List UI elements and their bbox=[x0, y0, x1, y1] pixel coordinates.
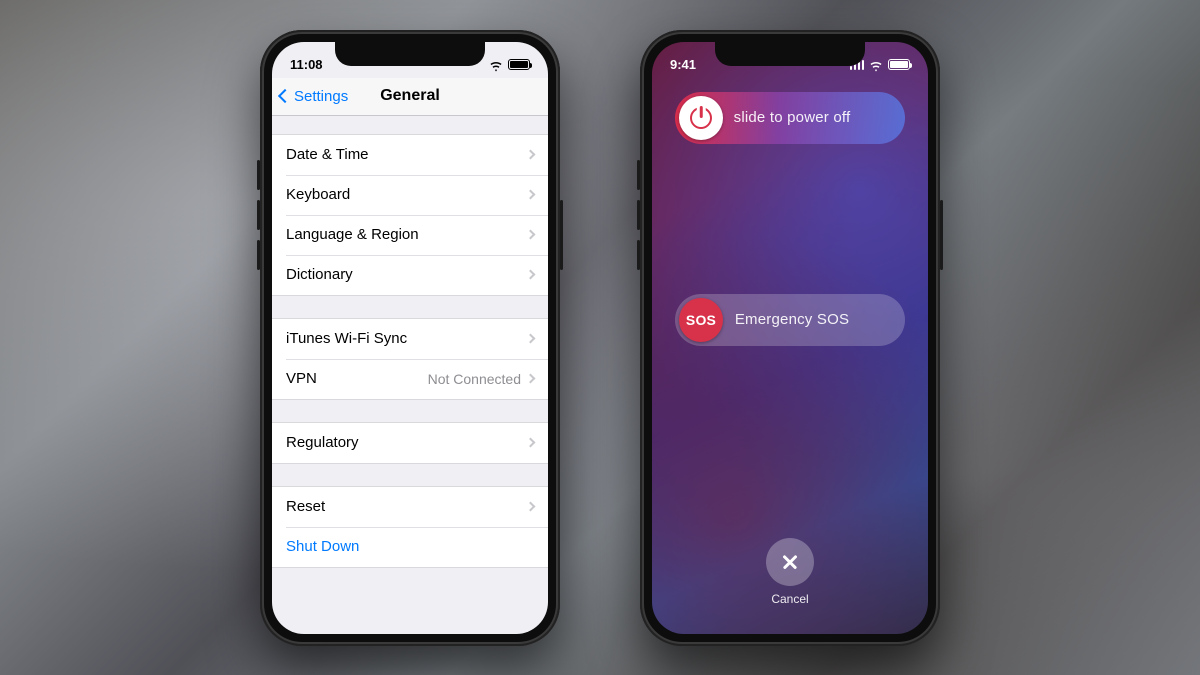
slide-to-power-off[interactable]: slide to power off bbox=[675, 92, 905, 144]
sos-knob-label: SOS bbox=[686, 312, 716, 328]
slider-label: slide to power off bbox=[723, 109, 905, 126]
back-button[interactable]: Settings bbox=[280, 78, 348, 115]
battery-icon bbox=[508, 59, 530, 70]
settings-group: Regulatory bbox=[272, 422, 548, 464]
settings-list: Date & Time Keyboard Language & Region D… bbox=[272, 116, 548, 568]
row-dictionary[interactable]: Dictionary bbox=[272, 255, 548, 295]
cancel-label: Cancel bbox=[771, 592, 808, 606]
page-title: General bbox=[380, 87, 440, 105]
emergency-sos-slider[interactable]: SOS Emergency SOS bbox=[675, 294, 905, 346]
chevron-left-icon bbox=[278, 89, 292, 103]
phone-left: 11:08 Settings General Date & Time Ke bbox=[260, 30, 560, 646]
power-icon bbox=[690, 107, 712, 129]
chevron-right-icon bbox=[526, 190, 536, 200]
row-label: VPN bbox=[286, 370, 317, 387]
close-icon bbox=[782, 554, 798, 570]
row-label: Shut Down bbox=[286, 538, 359, 555]
slider-label: Emergency SOS bbox=[723, 311, 905, 328]
row-label: Language & Region bbox=[286, 226, 419, 243]
notch bbox=[715, 42, 865, 66]
status-time: 11:08 bbox=[290, 57, 323, 72]
row-label: Keyboard bbox=[286, 186, 350, 203]
row-keyboard[interactable]: Keyboard bbox=[272, 175, 548, 215]
sos-knob[interactable]: SOS bbox=[679, 298, 723, 342]
row-label: iTunes Wi-Fi Sync bbox=[286, 330, 407, 347]
chevron-right-icon bbox=[526, 502, 536, 512]
power-off-screen: 9:41 slide to power off SOS Emergency SO… bbox=[652, 42, 928, 634]
notch bbox=[335, 42, 485, 66]
chevron-right-icon bbox=[526, 150, 536, 160]
nav-bar: Settings General bbox=[272, 78, 548, 116]
cancel-button[interactable] bbox=[766, 538, 814, 586]
row-label: Date & Time bbox=[286, 146, 369, 163]
row-vpn[interactable]: VPN Not Connected bbox=[272, 359, 548, 399]
row-language-region[interactable]: Language & Region bbox=[272, 215, 548, 255]
row-value: Not Connected bbox=[428, 371, 521, 387]
chevron-right-icon bbox=[526, 438, 536, 448]
cancel-area: Cancel bbox=[766, 538, 814, 606]
chevron-right-icon bbox=[526, 270, 536, 280]
row-regulatory[interactable]: Regulatory bbox=[272, 423, 548, 463]
chevron-right-icon bbox=[526, 334, 536, 344]
status-time: 9:41 bbox=[670, 57, 696, 72]
row-label: Regulatory bbox=[286, 434, 359, 451]
row-label: Reset bbox=[286, 498, 325, 515]
phone-right: 9:41 slide to power off SOS Emergency SO… bbox=[640, 30, 940, 646]
chevron-right-icon bbox=[526, 230, 536, 240]
settings-group: Date & Time Keyboard Language & Region D… bbox=[272, 134, 548, 296]
row-label: Dictionary bbox=[286, 266, 353, 283]
chevron-right-icon bbox=[526, 374, 536, 384]
wifi-icon bbox=[869, 58, 883, 72]
row-date-time[interactable]: Date & Time bbox=[272, 135, 548, 175]
wifi-icon bbox=[489, 58, 503, 72]
settings-group: Reset Shut Down bbox=[272, 486, 548, 568]
power-knob[interactable] bbox=[679, 96, 723, 140]
battery-icon bbox=[888, 59, 910, 70]
settings-screen: 11:08 Settings General Date & Time Ke bbox=[272, 42, 548, 634]
row-reset[interactable]: Reset bbox=[272, 487, 548, 527]
status-indicators bbox=[489, 58, 530, 72]
back-label: Settings bbox=[294, 88, 348, 105]
settings-group: iTunes Wi-Fi Sync VPN Not Connected bbox=[272, 318, 548, 400]
row-itunes-wifi-sync[interactable]: iTunes Wi-Fi Sync bbox=[272, 319, 548, 359]
row-shut-down[interactable]: Shut Down bbox=[272, 527, 548, 567]
